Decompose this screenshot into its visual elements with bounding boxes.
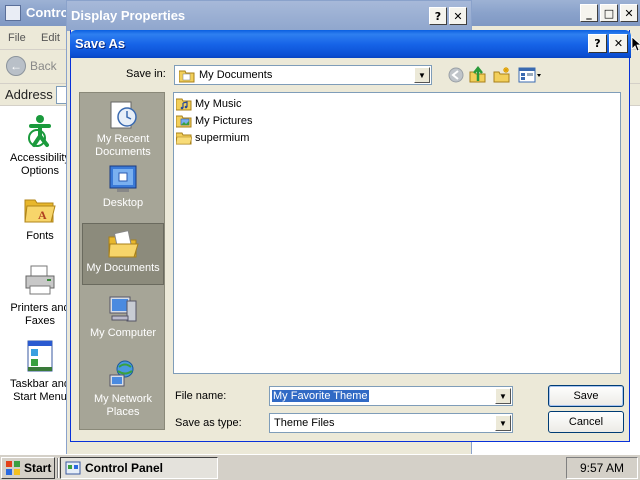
places-bar: My Recent Documents Desktop My Documents… (79, 92, 165, 430)
maximize-button[interactable]: □ (600, 4, 618, 22)
start-label: Start (24, 461, 52, 475)
file-name-label: File name: (175, 390, 227, 402)
place-my-recent-documents[interactable]: My Recent Documents (82, 95, 164, 158)
windows-logo-icon (6, 461, 20, 475)
pictures-folder-icon (176, 115, 192, 128)
place-desktop[interactable]: Desktop (82, 159, 164, 221)
save-in-value: My Documents (199, 69, 273, 81)
fonts-label: Fonts (26, 230, 54, 242)
save-as-type-label: Save as type: (175, 417, 242, 429)
clock: 9:57 AM (579, 461, 625, 475)
file-item-supermium[interactable]: supermium (176, 130, 249, 146)
taskbar-button-label: Control Panel (85, 461, 164, 475)
back-button[interactable]: ← Back (6, 56, 57, 76)
cancel-button[interactable]: Cancel (548, 411, 624, 433)
place-label: Desktop (102, 197, 144, 209)
back-label: Back (30, 59, 57, 73)
printer-icon (23, 264, 57, 298)
taskbar-and-start-menu-label: Taskbar and Start Menu (10, 378, 70, 403)
minimize-button[interactable]: _ (580, 4, 598, 22)
chevron-down-icon[interactable]: ▼ (495, 415, 511, 431)
new-folder-icon[interactable] (493, 66, 511, 84)
place-my-computer[interactable]: My Computer (82, 289, 164, 351)
menu-file[interactable]: File (8, 32, 26, 44)
music-folder-icon (176, 98, 192, 111)
system-tray-clock[interactable]: 9:57 AM (566, 457, 638, 479)
file-item-my-pictures[interactable]: My Pictures (176, 113, 252, 129)
help-button[interactable]: ? (588, 34, 607, 53)
up-one-level-icon[interactable] (469, 66, 487, 84)
folder-icon (176, 132, 192, 145)
back-arrow-icon: ← (6, 56, 26, 76)
file-name-value: My Favorite Theme (272, 390, 369, 402)
save-as-dialog: Save As ? ✕ Save in: My Documents ▼ My R… (70, 30, 631, 442)
control-panel-title: Contro (26, 5, 69, 20)
save-in-label: Save in: (126, 68, 166, 80)
place-my-documents[interactable]: My Documents (82, 223, 164, 285)
save-as-title: Save As (75, 36, 126, 51)
start-button[interactable]: Start (1, 457, 55, 479)
place-label: My Recent Documents (95, 133, 151, 158)
place-label: My Computer (89, 327, 157, 339)
my-documents-icon (107, 228, 139, 260)
taskbar-button-control-panel[interactable]: Control Panel (60, 457, 218, 479)
save-as-type-value: Theme Files (274, 417, 335, 429)
control-panel-icon (5, 5, 21, 21)
place-label: My Network Places (93, 393, 153, 418)
file-name: My Pictures (195, 115, 253, 127)
my-documents-folder-icon (179, 70, 195, 83)
network-places-icon (107, 359, 139, 391)
file-name: supermium (195, 132, 250, 144)
file-name: My Music (195, 98, 242, 110)
close-button[interactable]: ✕ (620, 4, 638, 22)
save-as-titlebar[interactable]: Save As ? ✕ (70, 30, 631, 58)
chevron-down-icon[interactable]: ▼ (414, 67, 430, 83)
chevron-down-icon[interactable]: ▼ (495, 388, 511, 404)
taskbar: Start Control Panel 9:57 AM (0, 454, 640, 480)
accessibility-icon (23, 114, 57, 148)
views-menu-icon[interactable] (517, 66, 543, 84)
my-computer-icon (107, 293, 139, 325)
file-item-my-music[interactable]: My Music (176, 96, 241, 112)
display-properties-title: Display Properties (71, 8, 186, 23)
recent-documents-icon (107, 99, 139, 131)
save-in-dropdown[interactable]: My Documents ▼ (174, 65, 432, 85)
printers-and-faxes-label: Printers and Faxes (10, 302, 70, 327)
help-button[interactable]: ? (429, 7, 447, 25)
control-panel-icon (65, 461, 81, 475)
close-button[interactable]: ✕ (449, 7, 467, 25)
taskbar-icon (23, 340, 57, 374)
svg-text:A: A (38, 208, 47, 222)
close-button[interactable]: ✕ (609, 34, 628, 53)
taskbar-separator (57, 458, 59, 478)
desktop-icon (107, 163, 139, 195)
fonts-folder-icon: A (23, 192, 57, 226)
save-as-type-dropdown[interactable]: Theme Files ▼ (269, 413, 513, 433)
file-list[interactable]: My Music My Pictures supermium (173, 92, 621, 374)
save-button[interactable]: Save (548, 385, 624, 407)
back-nav-icon[interactable] (447, 66, 465, 84)
accessibility-options-label: Accessibility Options (10, 152, 70, 177)
file-name-input[interactable]: My Favorite Theme ▼ (269, 386, 513, 406)
place-label: My Documents (86, 262, 160, 274)
display-properties-titlebar[interactable]: Display Properties ? ✕ (67, 1, 471, 31)
menu-edit[interactable]: Edit (41, 32, 60, 44)
mouse-cursor-icon (631, 36, 640, 52)
place-my-network-places[interactable]: My Network Places (82, 355, 164, 418)
address-label: Address (5, 87, 53, 102)
